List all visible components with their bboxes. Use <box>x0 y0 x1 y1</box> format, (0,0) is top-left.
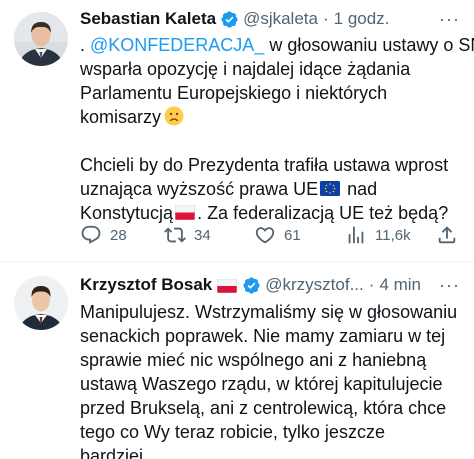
tweet-actions: 28 34 61 11,6k <box>80 222 460 248</box>
more-options-icon[interactable]: ··· <box>439 275 460 296</box>
reply-icon <box>81 225 101 244</box>
poland-flag-icon <box>216 278 238 294</box>
avatar[interactable] <box>14 276 68 330</box>
more-options-icon[interactable]: ··· <box>439 9 460 30</box>
slightly-frowning-face-icon <box>164 106 184 126</box>
tweet-line: Parlamentu Europejskiego i niektórych <box>80 83 388 103</box>
retweet-button[interactable]: 34 <box>164 224 211 246</box>
views-button[interactable]: 11,6k <box>345 224 411 246</box>
verified-badge-icon <box>220 10 239 29</box>
views-icon <box>348 226 364 244</box>
text-segment: uznająca wyższość prawa UE <box>80 179 319 199</box>
tweet-line: bardziej. <box>80 446 149 459</box>
verified-badge-icon <box>242 276 261 295</box>
heart-icon <box>255 227 275 244</box>
author-handle[interactable]: @krzysztof... <box>265 275 364 295</box>
avatar-image <box>14 276 68 330</box>
share-icon <box>438 226 456 244</box>
tweet-line: Chcieli by do Prezydenta trafiła ustawa … <box>80 155 449 175</box>
tweet-line: wsparła opozycję i najdalej idące żądani… <box>80 59 411 79</box>
tweet-line: komisarzy <box>80 105 460 129</box>
text-segment: . <box>80 35 91 55</box>
text-segment: . Za federalizacją UE też będą? <box>197 203 449 223</box>
separator-dot: · <box>368 275 375 294</box>
separator-dot: · <box>322 9 329 28</box>
tweet-line: tego co Wy teraz robicie, tylko jeszcze <box>80 422 385 442</box>
retweet-count: 34 <box>194 226 211 244</box>
mention-link[interactable]: @KONFEDERACJA_ <box>90 35 264 55</box>
text-segment: komisarzy <box>80 107 162 127</box>
eu-flag-icon <box>320 178 341 196</box>
tweet-line: . @KONFEDERACJA_ w głosowaniu ustawy o S… <box>80 33 474 57</box>
retweet-icon <box>164 227 186 243</box>
timestamp[interactable]: 4 min <box>379 275 421 295</box>
tweet-header: Sebastian Kaleta @sjkaleta · 1 godz. ··· <box>80 7 460 31</box>
text-segment: w głosowaniu ustawy o SN <box>264 35 474 55</box>
avatar-image <box>14 12 68 66</box>
tweet-line: przed Brukselą, ani z centrolewicą, któr… <box>80 398 447 418</box>
reply-count: 28 <box>110 226 127 244</box>
tweet-sebastian-kaleta[interactable]: Sebastian Kaleta @sjkaleta · 1 godz. ···… <box>0 0 474 262</box>
text-segment: nad <box>342 179 378 199</box>
poland-flag-icon <box>174 202 196 221</box>
share-button[interactable] <box>436 224 458 246</box>
tweet-line: ustawą Waszego rządu, w której kapituluj… <box>80 374 443 394</box>
tweet-header: Krzysztof Bosak @krzysztof... · 4 min ··… <box>80 273 460 297</box>
like-count: 61 <box>284 226 301 244</box>
tweet-text: . @KONFEDERACJA_ w głosowaniu ustawy o S… <box>80 33 474 225</box>
timestamp[interactable]: 1 godz. <box>334 9 390 29</box>
tweet-line: Manipulujesz. Wstrzymaliśmy się w głosow… <box>80 302 458 322</box>
tweet-line: senackich poprawek. Nie mamy zamiaru w t… <box>80 326 446 346</box>
author-name[interactable]: Krzysztof Bosak <box>80 275 212 295</box>
tweet-line: uznająca wyższość prawa UE nad <box>80 177 460 201</box>
like-button[interactable]: 61 <box>254 224 301 246</box>
tweet-line: sprawie mieć nic wspólnego ani z haniebn… <box>80 350 427 370</box>
reply-button[interactable]: 28 <box>80 224 127 246</box>
tweet-krzysztof-bosak[interactable]: Krzysztof Bosak @krzysztof... · 4 min ··… <box>0 262 474 459</box>
avatar[interactable] <box>14 12 68 66</box>
tweet-text: Manipulujesz. Wstrzymaliśmy się w głosow… <box>80 300 460 459</box>
author-name[interactable]: Sebastian Kaleta <box>80 9 216 29</box>
text-segment: Konstytucją <box>80 203 174 223</box>
author-handle[interactable]: @sjkaleta <box>243 9 318 29</box>
views-count: 11,6k <box>375 226 411 244</box>
